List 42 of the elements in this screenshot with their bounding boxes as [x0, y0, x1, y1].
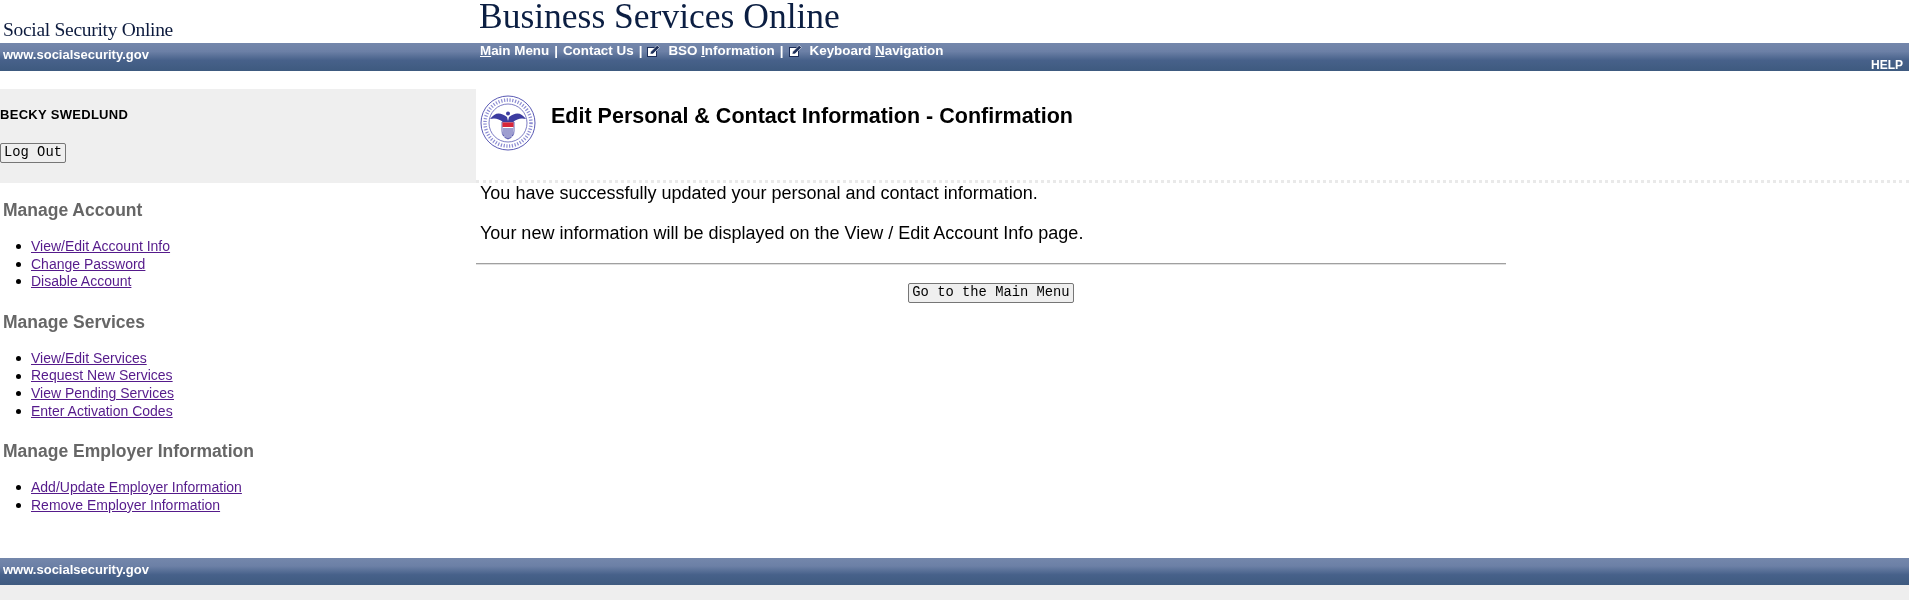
nav-link[interactable]: BSO Information [668, 43, 775, 59]
nav-link[interactable]: Contact Us [562, 43, 634, 59]
sidebar-link[interactable]: Add/Update Employer Information [31, 479, 242, 497]
sidebar-link[interactable]: Disable Account [31, 273, 132, 291]
bullet-icon [16, 244, 21, 250]
nav-separator: | [554, 43, 558, 59]
bullet-icon [16, 485, 21, 491]
confirmation-message: You have successfully updated your personal and contact information. [480, 183, 1039, 204]
pencil-square-icon [647, 45, 661, 57]
section-heading: Manage Account [3, 199, 144, 221]
bullet-icon [16, 408, 21, 414]
nav-link[interactable]: Keyboard Navigation [809, 43, 944, 59]
main-menu-button[interactable]: Go to the Main Menu [908, 283, 1074, 303]
nav-separator: | [638, 43, 643, 59]
section-heading: Manage Services [3, 310, 147, 333]
footer-url: www.socialsecurity.gov [2, 561, 149, 578]
bullet-icon [16, 356, 21, 362]
bullet-icon [16, 279, 21, 285]
bullet-icon [16, 373, 21, 379]
sidebar-link[interactable]: View/Edit Account Info [31, 238, 171, 256]
nav-link[interactable]: Main Menu [480, 43, 550, 59]
sidebar-link[interactable]: View/Edit Services [31, 349, 147, 368]
sidebar-link[interactable]: Change Password [31, 255, 146, 274]
sidebar-link[interactable]: Remove Employer Information [31, 496, 221, 515]
user-name: BECKY SWEDLUND [0, 107, 129, 123]
log-out-button[interactable]: Log Out [0, 143, 66, 163]
page-title: Edit Personal & Contact Information - Confirmation [551, 103, 1073, 129]
confirmation-message: Your new information will be displayed on the View / Edit Account Info page. [480, 223, 1085, 244]
seal-logo [480, 95, 536, 151]
site-url: www.socialsecurity.gov [2, 46, 150, 63]
sidebar-link[interactable]: View Pending Services [31, 384, 174, 403]
bullet-icon [16, 503, 21, 509]
pencil-square-icon [788, 45, 802, 57]
bullet-icon [16, 261, 21, 267]
nav-separator: | [779, 43, 784, 59]
sidebar-link[interactable]: Enter Activation Codes [31, 402, 173, 421]
sidebar-link[interactable]: Request New Services [31, 367, 173, 385]
help-link[interactable]: HELP [1871, 59, 1903, 71]
bullet-icon [16, 391, 21, 397]
site-title: Social Security Online [2, 19, 174, 42]
section-heading: Manage Employer Information [3, 440, 255, 463]
app-title: Business Services Online [479, 0, 840, 34]
